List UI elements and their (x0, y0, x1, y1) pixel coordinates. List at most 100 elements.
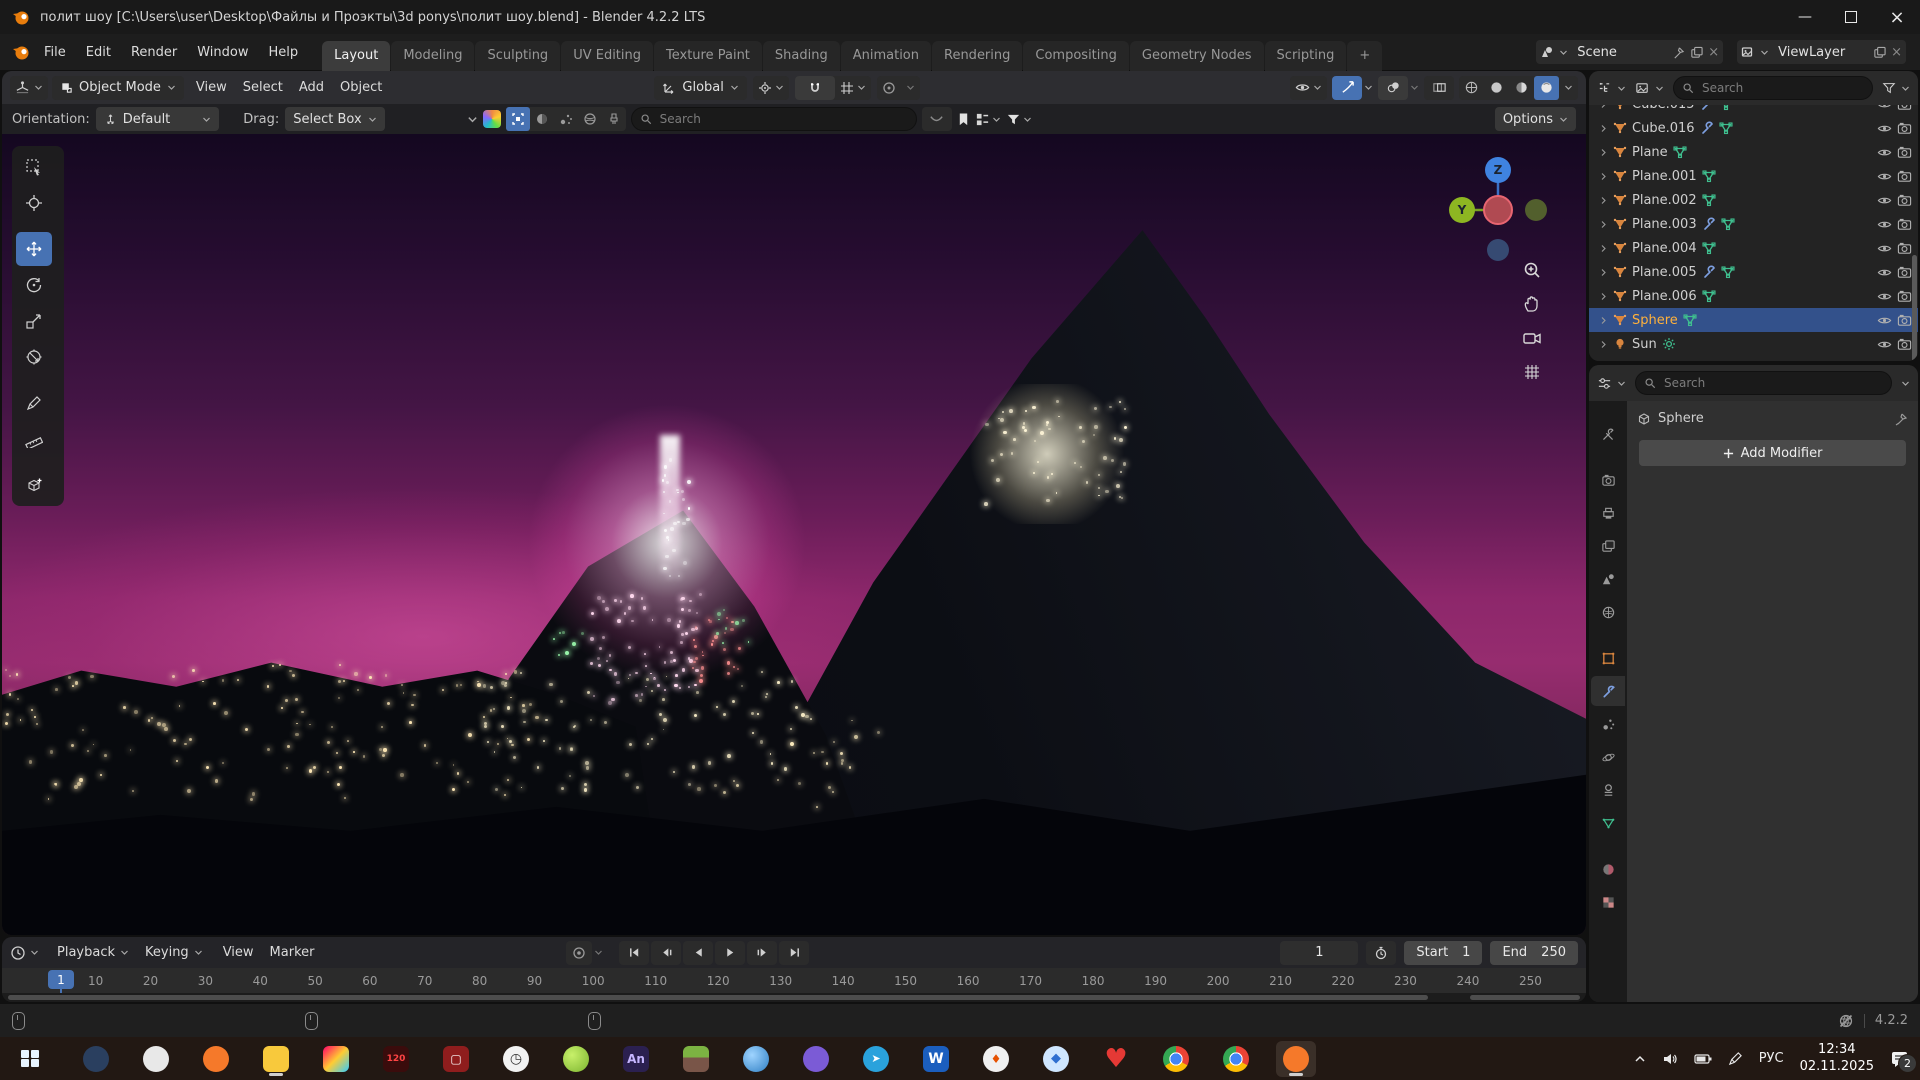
expand-chevron-icon[interactable] (1599, 340, 1608, 349)
chevron-down-icon[interactable] (1901, 379, 1910, 388)
taskbar-app-speedtest[interactable]: ◷ (496, 1041, 536, 1077)
current-frame-field[interactable]: 1 (1280, 941, 1358, 965)
outliner-filter-icon[interactable] (1882, 81, 1896, 95)
timeline-menu-item[interactable]: Marker (262, 941, 323, 964)
scene-selector[interactable]: Scene × (1536, 40, 1723, 64)
hide-eye-icon[interactable] (1877, 169, 1892, 184)
disable-render-camera-icon[interactable] (1897, 241, 1912, 256)
workspace-tab[interactable]: Scripting (1265, 41, 1347, 71)
mesh-data-icon[interactable] (1673, 145, 1687, 159)
timeline-ruler[interactable]: 1020304050607080901001101201301401501601… (2, 968, 1586, 993)
smooth-curve-icon[interactable] (922, 107, 952, 131)
taskbar-app-microphone[interactable]: ♦ (976, 1041, 1016, 1077)
mesh-data-icon[interactable] (1721, 265, 1735, 279)
visibility-controls[interactable] (1290, 76, 1327, 100)
material-preview-ball-icon[interactable] (483, 110, 501, 128)
taskbar-app-file-explorer[interactable] (256, 1041, 296, 1077)
disable-render-camera-icon[interactable] (1897, 121, 1912, 136)
workspace-tab[interactable]: Geometry Nodes (1130, 41, 1264, 71)
tab-render[interactable] (1591, 465, 1625, 495)
workspace-tab[interactable]: Rendering (932, 41, 1022, 71)
add-modifier-button[interactable]: Add Modifier (1639, 440, 1906, 466)
outliner-row[interactable]: Plane.005 (1589, 260, 1918, 284)
tab-view-layer[interactable] (1591, 531, 1625, 561)
viewport-menu-item[interactable]: View (188, 76, 235, 99)
outliner-display-mode-icon[interactable] (1635, 81, 1650, 96)
disable-render-camera-icon[interactable] (1897, 313, 1912, 328)
tab-modifiers[interactable] (1591, 676, 1625, 706)
tab-texture[interactable] (1591, 887, 1625, 917)
play-reverse-button[interactable] (683, 941, 713, 965)
show-overlays-toggle[interactable] (1378, 76, 1408, 100)
disable-render-camera-icon[interactable] (1897, 169, 1912, 184)
hide-eye-icon[interactable] (1877, 217, 1892, 232)
taskbar-app-white-app[interactable] (136, 1041, 176, 1077)
pen-icon[interactable] (1728, 1051, 1743, 1066)
taskbar-app-purple-app[interactable] (796, 1041, 836, 1077)
modifier-wrench-icon[interactable] (1702, 265, 1716, 279)
properties-search-field[interactable] (1635, 371, 1892, 395)
hide-eye-icon[interactable] (1877, 289, 1892, 304)
jump-to-end-button[interactable] (779, 941, 809, 965)
camera-view-icon[interactable] (1522, 328, 1542, 348)
chevron-down-icon[interactable] (594, 948, 603, 957)
new-viewlayer-icon[interactable] (1873, 46, 1886, 59)
topbar-menu-item[interactable]: File (34, 40, 76, 65)
pan-hand-icon[interactable] (1522, 294, 1542, 314)
mesh-data-icon[interactable] (1683, 313, 1697, 327)
tab-physics[interactable] (1591, 742, 1625, 772)
tab-scene[interactable] (1591, 564, 1625, 594)
topbar-menu-item[interactable]: Render (121, 40, 187, 65)
mesh-data-icon[interactable] (1721, 217, 1735, 231)
volume-icon[interactable] (1662, 1051, 1678, 1067)
pin-icon[interactable] (1894, 412, 1908, 426)
editor-type-button[interactable] (10, 76, 48, 100)
zoom-icon[interactable] (1522, 260, 1542, 280)
start-button[interactable] (10, 1041, 50, 1077)
outliner-row[interactable]: Cube.015 (1589, 105, 1918, 116)
mesh-data-icon[interactable] (1719, 105, 1733, 111)
tool-select-box[interactable] (16, 150, 52, 184)
xray-toggle[interactable] (1424, 76, 1454, 100)
tab-particles[interactable] (1591, 709, 1625, 739)
tab-object[interactable] (1591, 643, 1625, 673)
shading-rendered-button[interactable] (1534, 76, 1559, 100)
grid-view-icon[interactable] (1522, 362, 1542, 382)
jump-next-keyframe-button[interactable] (747, 941, 777, 965)
mode-selector[interactable]: Object Mode (52, 76, 184, 100)
timeline-menu-item[interactable]: Keying (137, 941, 211, 964)
taskbar-app-minecraft[interactable] (676, 1041, 716, 1077)
topbar-menu-item[interactable]: Edit (76, 40, 121, 65)
topbar-menu-item[interactable]: Help (259, 40, 309, 65)
outliner-row[interactable]: Cube.016 (1589, 116, 1918, 140)
properties-editor-icon[interactable] (1597, 376, 1612, 391)
outliner-search-field[interactable] (1673, 76, 1873, 100)
disable-render-camera-icon[interactable] (1897, 217, 1912, 232)
snap-toggle[interactable] (795, 76, 835, 100)
topbar-menu-item[interactable]: Window (187, 40, 258, 65)
shading-dropdown[interactable] (1559, 76, 1578, 100)
frame-start-field[interactable]: Start 1 (1404, 941, 1482, 965)
shading-solid-button[interactable] (1484, 76, 1509, 100)
taskbar-app-steam[interactable] (76, 1041, 116, 1077)
outliner-row[interactable]: Sphere (1589, 308, 1918, 332)
filter-particles-button[interactable] (554, 107, 578, 131)
close-button[interactable]: × (1874, 0, 1920, 34)
notification-center-icon[interactable]: 2 (1890, 1050, 1910, 1068)
taskbar-app-chrome[interactable] (1156, 1041, 1196, 1077)
transform-orientation-selector[interactable]: Global (654, 76, 746, 100)
pivot-point-selector[interactable] (753, 76, 789, 100)
properties-search-input[interactable] (1662, 375, 1883, 391)
outliner-row[interactable]: Plane.002 (1589, 188, 1918, 212)
disable-render-camera-icon[interactable] (1897, 337, 1912, 352)
viewport-scene[interactable]: Z Y (2, 134, 1586, 935)
chevron-down-icon[interactable] (1410, 83, 1419, 92)
taskbar-app-animate[interactable]: An (616, 1041, 656, 1077)
workspace-tab[interactable]: Texture Paint (654, 41, 762, 71)
hide-eye-icon[interactable] (1877, 105, 1892, 112)
tool-move[interactable] (16, 232, 52, 266)
taskbar-app-telegram[interactable]: ➤ (856, 1041, 896, 1077)
expand-chevron-icon[interactable] (1599, 292, 1608, 301)
gizmo-y-axis[interactable]: Y (1449, 197, 1475, 223)
hide-eye-icon[interactable] (1877, 121, 1892, 136)
